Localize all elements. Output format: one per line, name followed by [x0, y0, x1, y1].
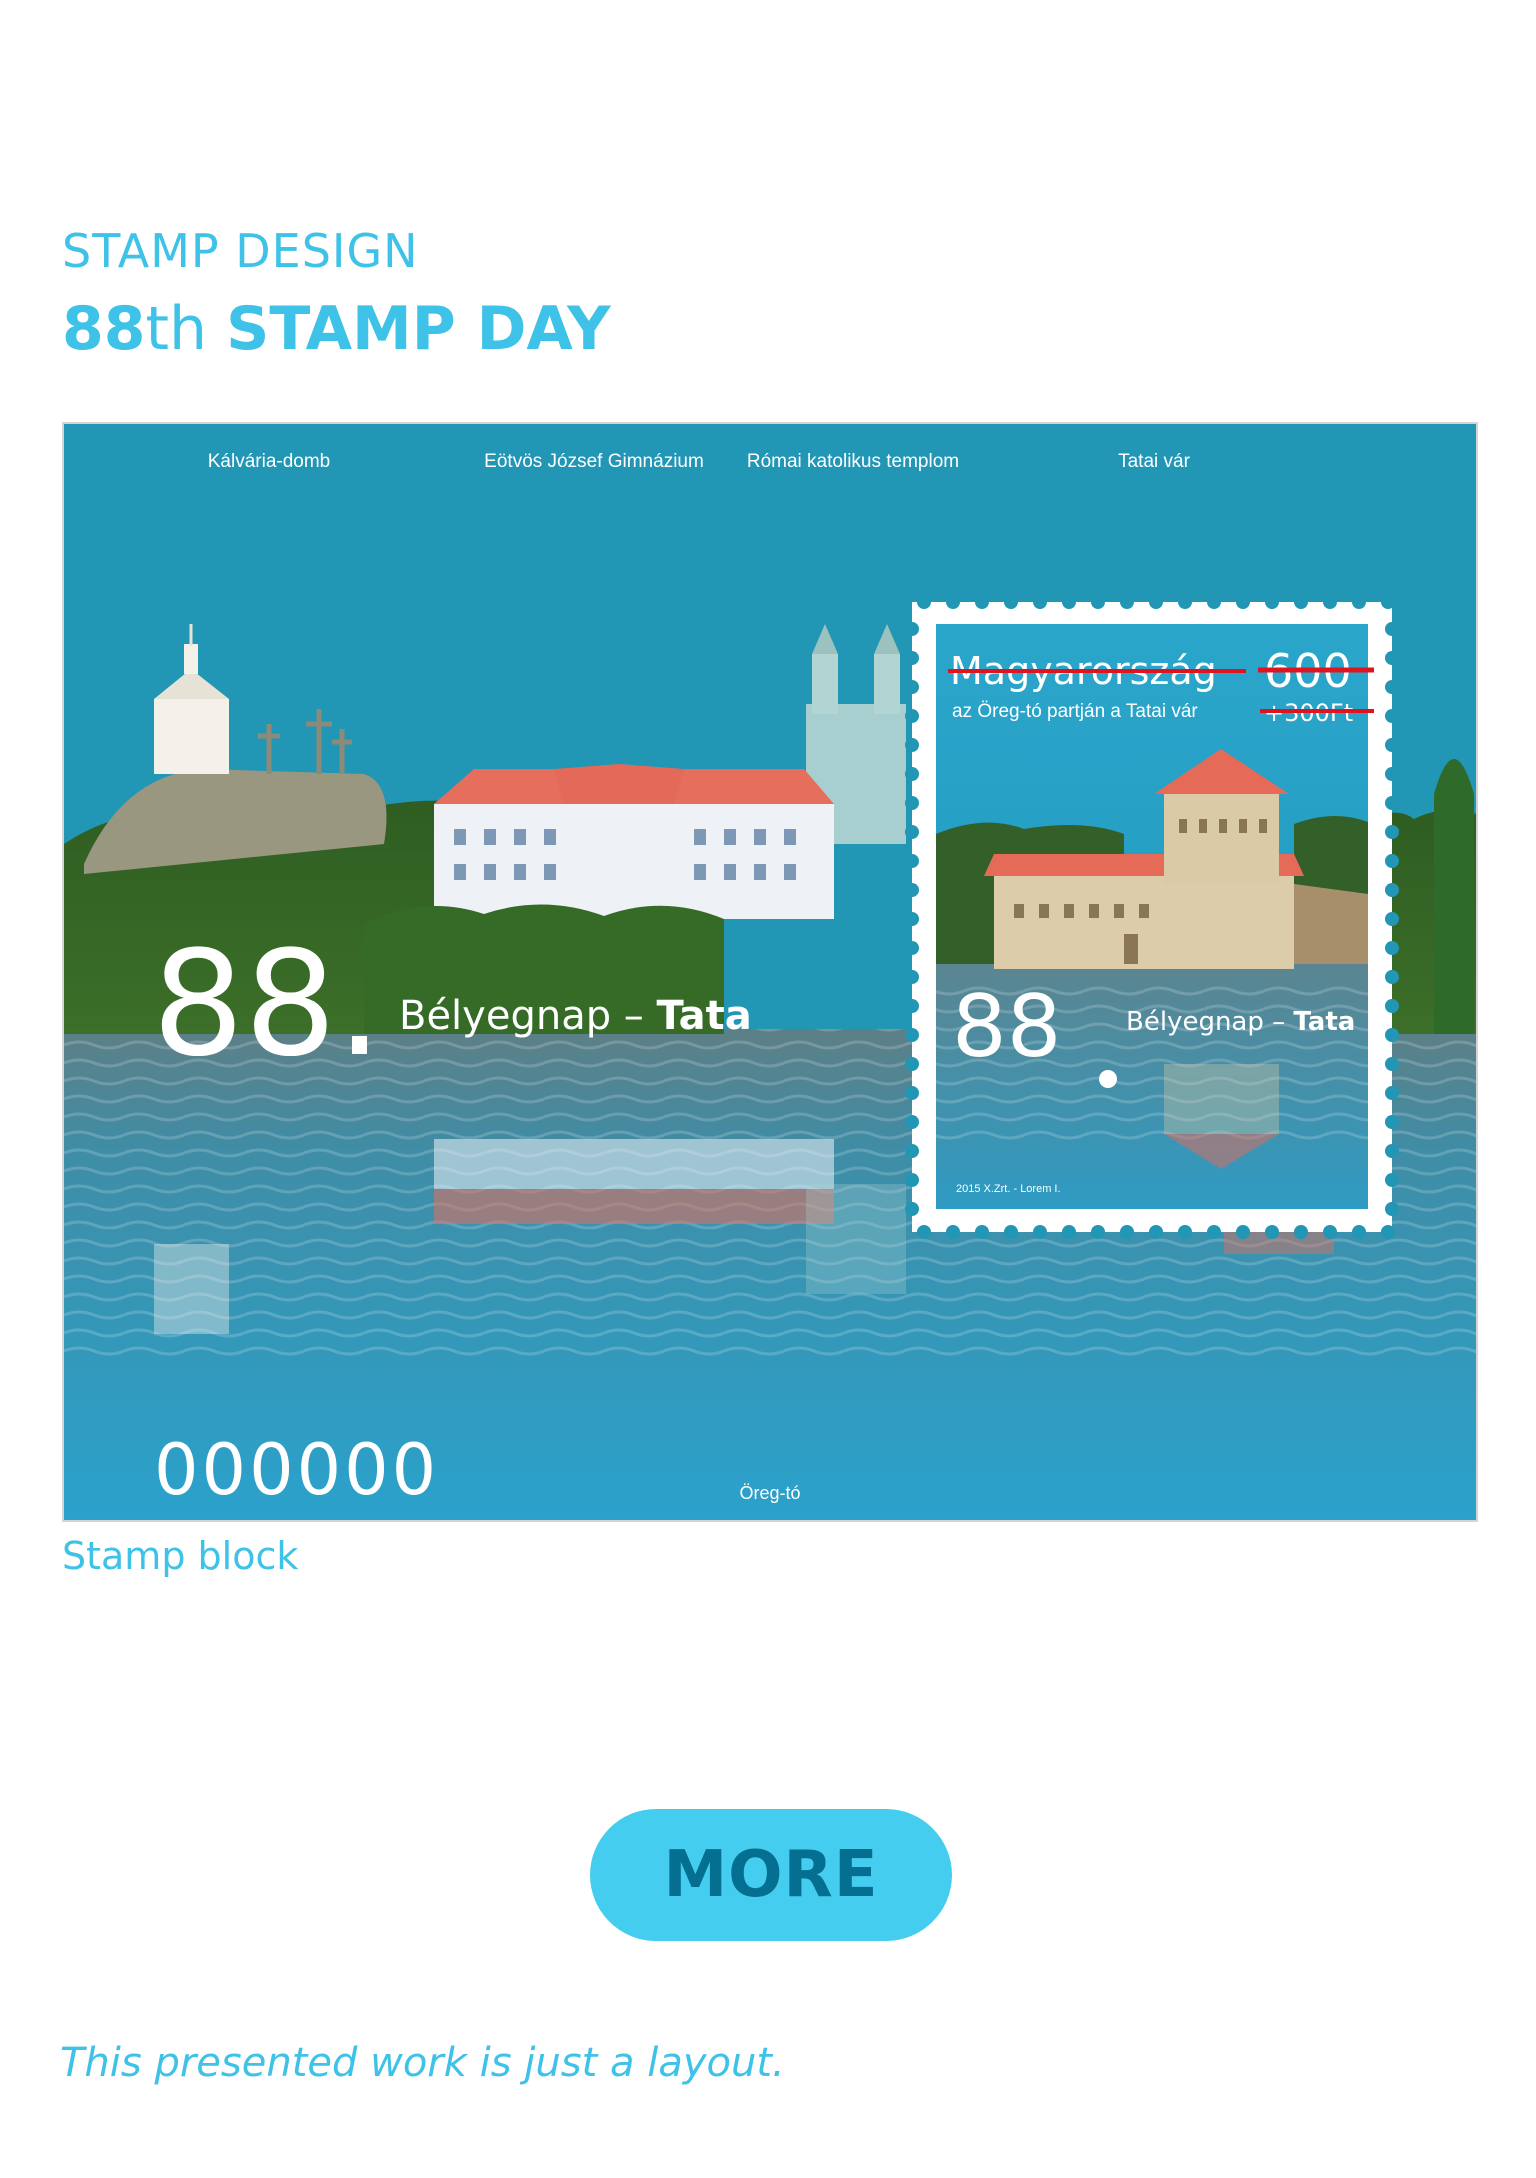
- big-number: 88.: [152, 920, 383, 1089]
- page-title: 88th STAMP DAY: [62, 294, 611, 364]
- section-eyebrow: STAMP DESIGN: [62, 224, 419, 278]
- event-label: Bélyegnap – Tata: [399, 993, 752, 1039]
- serial-number: 000000: [154, 1429, 439, 1511]
- stamp-big-number: 88: [952, 977, 1061, 1077]
- more-button[interactable]: MORE: [590, 1809, 952, 1941]
- stamp: Magyarország 600 az Öreg-tó partján a Ta…: [905, 595, 1399, 1239]
- title-rest: STAMP DAY: [226, 294, 611, 364]
- landmark-label: Tatai vár: [1118, 451, 1190, 472]
- disclaimer-note: This presented work is just a layout.: [60, 2040, 785, 2086]
- stamp-imprint: 2015 X.Zrt. - Lorem I.: [956, 1183, 1061, 1195]
- landmark-label: Eötvös József Gimnázium: [484, 451, 704, 472]
- landmark-label: Római katolikus templom: [747, 451, 959, 472]
- stamp-block-artwork: Kálvária-domb Eötvös József Gimnázium Ró…: [64, 424, 1476, 1520]
- title-number: 88: [62, 294, 146, 364]
- stamp-block-image: Kálvária-domb Eötvös József Gimnázium Ró…: [62, 422, 1478, 1522]
- title-suffix: th: [145, 294, 208, 364]
- stamp-subtitle: az Öreg-tó partján a Tatai vár: [952, 701, 1198, 722]
- stamp-event-label: Bélyegnap – Tata: [1126, 1007, 1355, 1037]
- landmark-label: Kálvária-domb: [208, 451, 331, 472]
- lake-label: Öreg-tó: [739, 1483, 800, 1503]
- stamp-block-caption: Stamp block: [62, 1534, 299, 1578]
